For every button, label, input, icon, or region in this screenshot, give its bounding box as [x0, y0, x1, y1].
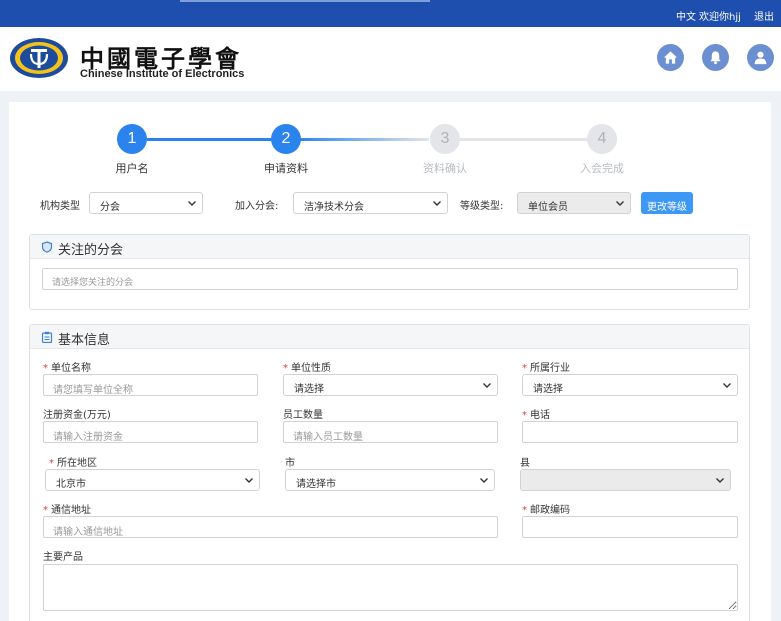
chevron-down-icon	[716, 478, 724, 483]
chevron-down-icon	[188, 201, 196, 206]
change-level-button[interactable]: 更改等级	[641, 192, 693, 214]
followed-title: 关注的分会	[58, 243, 124, 258]
top-bar-highlight	[180, 0, 430, 2]
unit-nature-select[interactable]: 请选择	[283, 374, 498, 396]
address-label: * 通信地址	[43, 505, 91, 516]
step-3-label: 资料确认	[423, 162, 467, 175]
chevron-down-icon	[723, 383, 731, 388]
step-connector	[299, 138, 429, 141]
branch-label: 加入分会:	[235, 201, 279, 212]
phone-label: * 电话	[522, 410, 550, 421]
industry-select[interactable]: 请选择	[522, 374, 738, 396]
org-type-value: 分会	[100, 202, 120, 213]
welcome-text: 欢迎你hjj	[699, 12, 741, 23]
products-textarea[interactable]	[43, 564, 738, 611]
panel-header: 基本信息	[30, 325, 749, 349]
capital-label: 注册资金(万元)	[43, 410, 111, 421]
level-select[interactable]: 单位会员	[517, 192, 631, 214]
unit-name-label: * 单位名称	[43, 363, 91, 374]
user-icon[interactable]	[747, 44, 774, 71]
branch-value: 洁净技术分会	[304, 202, 364, 213]
region-value: 北京市	[56, 479, 86, 490]
capital-input[interactable]: 请输入注册资金	[43, 421, 258, 443]
shield-icon	[41, 241, 53, 253]
unit-name-input[interactable]: 请您填写单位全称	[43, 374, 258, 396]
progress-steps: 1 2 3 4 用户名 申请资料 资料确认 入会完成	[9, 102, 771, 182]
phone-input[interactable]	[522, 421, 738, 443]
step-connector	[147, 138, 287, 141]
products-label: 主要产品	[43, 552, 83, 563]
postcode-input[interactable]	[522, 516, 738, 538]
chevron-down-icon	[245, 478, 253, 483]
industry-value: 请选择	[533, 384, 563, 395]
address-input[interactable]: 请输入通信地址	[43, 516, 498, 538]
level-value: 单位会员	[528, 202, 568, 213]
org-type-select[interactable]: 分会	[89, 192, 203, 214]
followed-branches-input[interactable]: 请选择您关注的分会	[42, 268, 738, 290]
home-icon[interactable]	[657, 44, 684, 71]
logo-english-text: Chinese Institute of Electronics	[80, 68, 245, 80]
logout-link[interactable]: 退出	[754, 8, 774, 23]
step-2-circle: 2	[271, 124, 301, 154]
unit-nature-label: * 单位性质	[283, 363, 331, 374]
org-type-label: 机构类型	[40, 201, 80, 212]
branch-select[interactable]: 洁净技术分会	[293, 192, 448, 214]
region-select[interactable]: 北京市	[45, 469, 260, 491]
step-1-label: 用户名	[115, 162, 149, 175]
county-label: 县	[520, 458, 530, 469]
top-bar: 中文 欢迎你hjj 退出	[0, 0, 781, 27]
region-label: * 所在地区	[49, 458, 97, 469]
step-3-circle: 3	[430, 124, 460, 154]
panel-header: 关注的分会	[30, 235, 749, 259]
step-4-label: 入会完成	[580, 162, 624, 175]
chevron-down-icon	[483, 383, 491, 388]
chevron-down-icon	[433, 201, 441, 206]
chevron-down-icon	[480, 478, 488, 483]
cie-logo-icon[interactable]	[9, 37, 69, 79]
level-label: 等级类型:	[460, 201, 504, 212]
step-4-circle: 4	[587, 124, 617, 154]
city-select[interactable]: 请选择市	[285, 469, 495, 491]
site-header: 中國電子學會 Chinese Institute of Electronics	[0, 27, 781, 91]
city-label: 市	[285, 458, 295, 469]
followed-branches-panel: 关注的分会 请选择您关注的分会	[29, 234, 750, 310]
industry-label: * 所属行业	[522, 363, 570, 374]
step-connector	[459, 138, 589, 141]
step-1-circle: 1	[117, 124, 147, 154]
postcode-label: * 邮政编码	[522, 505, 570, 516]
staff-label: 员工数量	[283, 410, 323, 421]
step-2-label: 申请资料	[264, 162, 308, 175]
clipboard-icon	[41, 331, 53, 343]
city-value: 请选择市	[296, 479, 336, 490]
main-content: 1 2 3 4 用户名 申请资料 资料确认 入会完成 机构类型 分会 加入分会:…	[9, 102, 771, 621]
chevron-down-icon	[616, 201, 624, 206]
language-link[interactable]: 中文	[676, 8, 696, 23]
county-select[interactable]	[520, 469, 731, 491]
staff-input[interactable]: 请输入员工数量	[283, 421, 498, 443]
unit-nature-value: 请选择	[294, 384, 324, 395]
bell-icon[interactable]	[702, 44, 729, 71]
basic-info-title: 基本信息	[58, 333, 111, 348]
